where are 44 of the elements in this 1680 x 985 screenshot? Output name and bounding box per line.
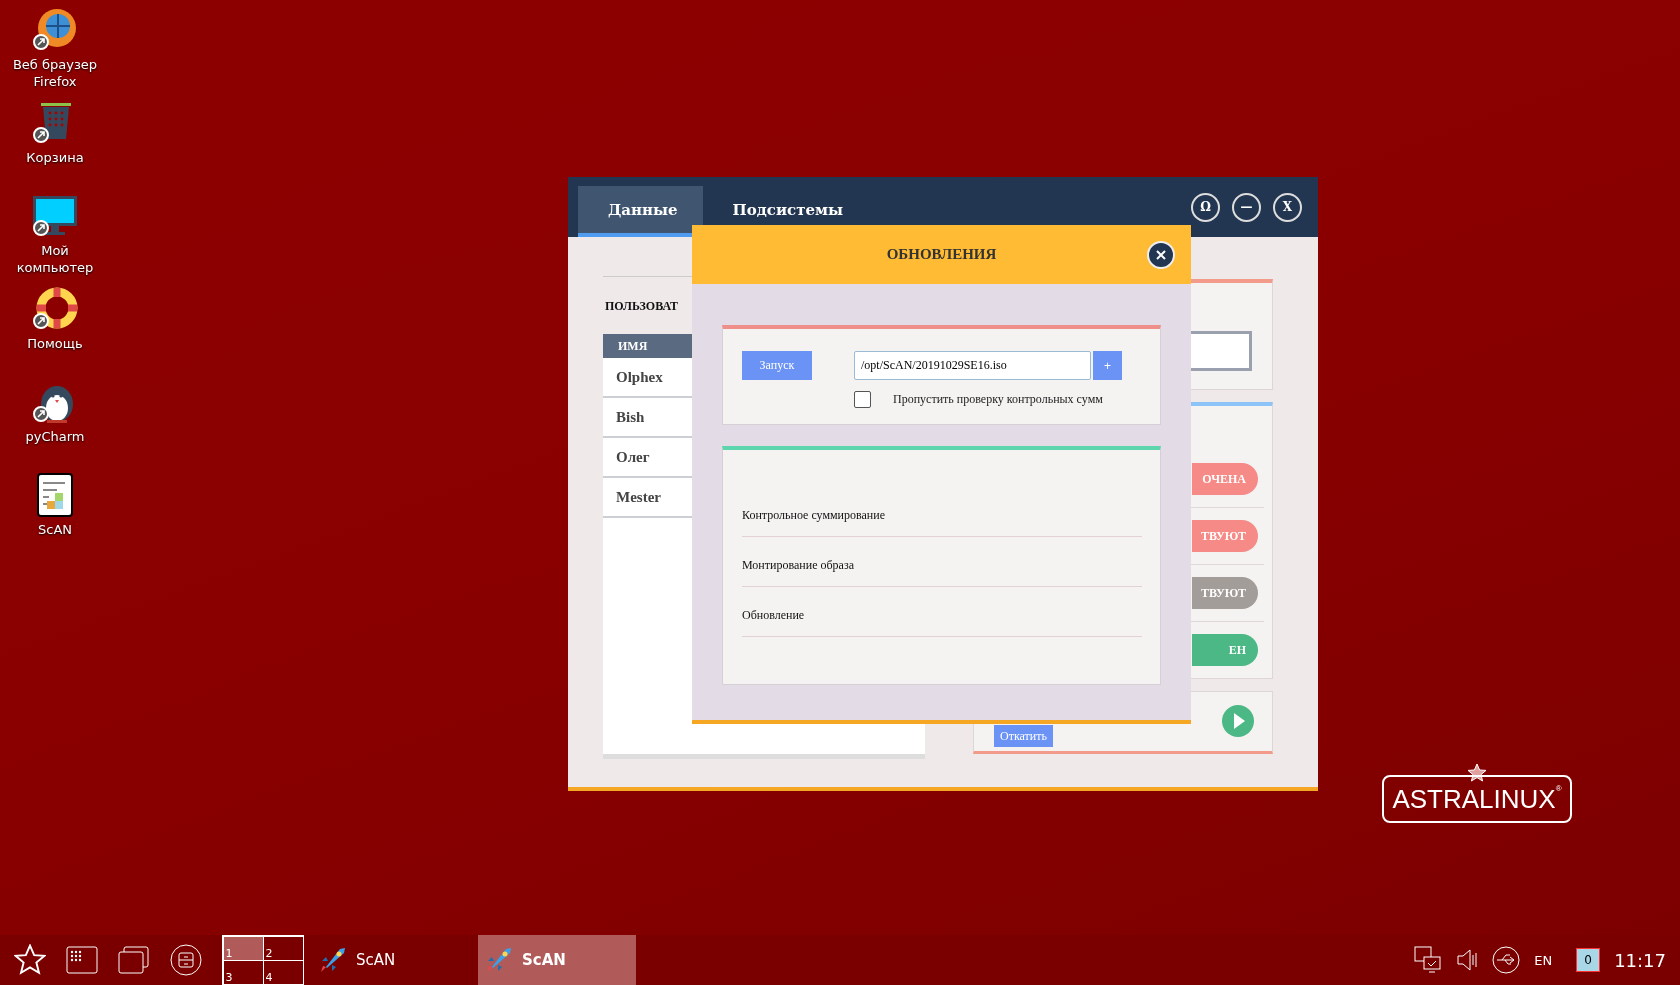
close-icon — [1156, 250, 1166, 260]
task-button[interactable]: ScAN — [478, 935, 636, 985]
window-control-button[interactable]: — — [1232, 192, 1261, 222]
checkbox[interactable] — [854, 391, 871, 408]
dialog-title: ОБНОВЛЕНИЯ — [886, 246, 997, 263]
rocket-icon — [484, 945, 514, 975]
desktop-icon-label[interactable]: Веб браузер Firefox — [5, 56, 105, 90]
app-grid-icon — [66, 946, 98, 974]
clock[interactable]: 11:17 — [1614, 949, 1666, 971]
logo-text: ASTRALINUX$^{®}$ — [1392, 783, 1562, 815]
task-button[interactable]: ScAN — [312, 935, 470, 985]
step-label: Монтирование образа — [742, 558, 854, 573]
tab[interactable]: Подсистемы — [702, 186, 869, 237]
desktop-icon-label[interactable]: ScAN — [5, 521, 105, 538]
desktop-icon-label[interactable]: Мой компьютер — [5, 242, 105, 276]
keyboard-layout[interactable]: EN — [1534, 952, 1553, 968]
window-control-button[interactable]: X — [1273, 192, 1302, 222]
rocket-icon — [318, 945, 348, 975]
monitor-icon — [31, 194, 79, 238]
globe-icon — [31, 8, 79, 52]
step-label: Обновление — [742, 608, 805, 623]
step-label: Контрольное суммирование — [742, 508, 886, 523]
star-icon — [14, 944, 46, 976]
desktop-icon-label[interactable]: Корзина — [5, 149, 105, 166]
network-icon[interactable] — [1414, 946, 1443, 974]
status-pill: ОЧЕНА — [1192, 463, 1258, 495]
notification-badge[interactable]: 0 — [1576, 948, 1601, 972]
close-button[interactable] — [1147, 241, 1175, 269]
desktop-icon-label[interactable]: Помощь — [5, 335, 105, 352]
workspace-button[interactable]: 1 — [222, 935, 264, 961]
tab[interactable]: Данные — [578, 186, 703, 237]
drawer-icon — [170, 944, 202, 976]
status-pill: ЕН — [1192, 634, 1258, 666]
path-field[interactable]: /opt/ScAN/20191029SE16.iso — [854, 351, 1091, 380]
status-pill: ТВУЮТ — [1192, 520, 1258, 552]
windows-icon — [118, 946, 150, 974]
window-control-button[interactable]: Ω — [1191, 192, 1220, 222]
status-pill: ТВУЮТ — [1192, 577, 1258, 609]
usb-icon[interactable] — [1492, 946, 1521, 974]
speaker-icon[interactable] — [1456, 948, 1479, 972]
lifebuoy-icon — [31, 287, 79, 331]
desktop-icon-label[interactable]: pyCharm — [5, 428, 105, 445]
checkbox-label: Пропустить проверку контрольных сумм — [893, 392, 1103, 407]
section-title: ПОЛЬЗОВАТ — [605, 299, 680, 314]
